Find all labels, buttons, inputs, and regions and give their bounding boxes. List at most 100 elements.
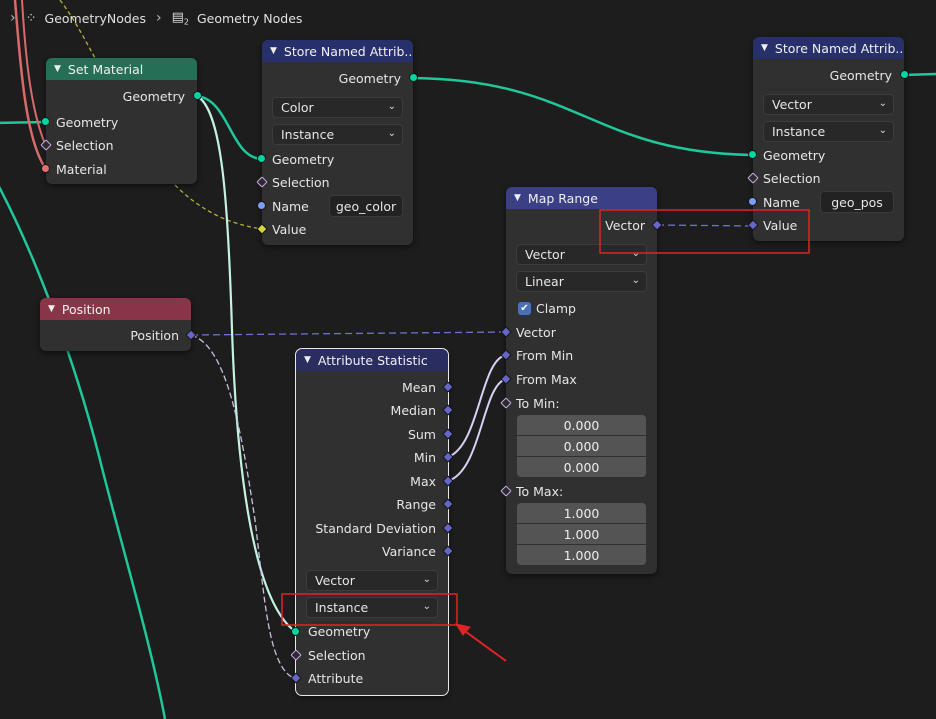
checkbox-label: Clamp (536, 300, 576, 316)
breadcrumb-item-object[interactable]: ⁘ GeometryNodes (26, 11, 146, 26)
geometry-output-socket[interactable] (409, 73, 418, 82)
data-type-dropdown[interactable]: Vector ⌄ (516, 244, 647, 265)
domain-dropdown[interactable]: Instance ⌄ (306, 597, 438, 618)
data-type-dropdown[interactable]: Vector ⌄ (763, 94, 894, 115)
chevron-down-icon: ⌄ (387, 128, 396, 139)
socket-label: Median (390, 402, 436, 418)
node-header[interactable]: ▼ Set Material (46, 58, 197, 80)
geometry-input-socket[interactable] (257, 154, 266, 163)
chevron-down-icon[interactable]: ▼ (514, 193, 521, 203)
name-input-socket[interactable] (748, 197, 757, 206)
input-geometry: Geometry (296, 620, 448, 642)
set-material-node[interactable]: ▼ Set Material Geometry Geometry Selectio… (40, 58, 202, 184)
output-vector: Vector (506, 214, 657, 236)
node-tree-icon: ▤2 (171, 9, 189, 27)
to-min-z-field[interactable]: 0.000 (517, 457, 646, 477)
field-value: 0.000 (563, 417, 600, 433)
dropdown-value: Vector (525, 247, 565, 262)
input-value: Value (262, 218, 413, 240)
geometry-output-socket[interactable] (900, 70, 909, 79)
node-header[interactable]: ▼ Store Named Attrib... (753, 37, 904, 59)
breadcrumb: › ⁘ GeometryNodes › ▤2 Geometry Nodes (0, 0, 302, 36)
socket-label: From Min (516, 347, 574, 363)
dropdown-value: Instance (772, 124, 826, 139)
geometry-input-socket[interactable] (41, 117, 50, 126)
socket-label: Material (56, 161, 107, 177)
input-geometry: Geometry (46, 111, 197, 133)
object-icon: ⁘ (25, 10, 37, 26)
domain-dropdown[interactable]: Instance ⌄ (272, 124, 403, 145)
store-named-attribute-node-1[interactable]: ▼ Store Named Attrib... Geometry Color ⌄ I… (256, 40, 418, 245)
node-header[interactable]: ▼ Store Named Attrib... (262, 40, 413, 62)
socket-label: Variance (382, 543, 436, 559)
field-value: geo_pos (831, 194, 883, 210)
output-geometry: Geometry (753, 64, 904, 86)
socket-label: Range (396, 496, 436, 512)
socket-label: Selection (272, 174, 330, 190)
domain-dropdown[interactable]: Instance ⌄ (763, 121, 894, 142)
chevron-down-icon[interactable]: ▼ (304, 355, 311, 365)
input-attribute: Attribute (296, 667, 448, 689)
position-node[interactable]: ▼ Position Position (40, 298, 197, 351)
name-field[interactable]: geo_pos (820, 191, 894, 213)
chevron-down-icon: ⌄ (422, 601, 431, 612)
interpolation-dropdown[interactable]: Linear ⌄ (516, 271, 647, 292)
chevron-down-icon[interactable]: ▼ (270, 46, 277, 56)
output-position: Position (40, 324, 191, 346)
breadcrumb-label: GeometryNodes (44, 10, 146, 26)
socket-label: Geometry (56, 114, 119, 130)
material-input-socket[interactable] (41, 164, 50, 173)
socket-label: Position (130, 327, 179, 343)
node-header[interactable]: ▼ Position (40, 298, 191, 320)
to-min-x-field[interactable]: 0.000 (517, 415, 646, 435)
geometry-output-socket[interactable] (193, 91, 202, 100)
socket-label: To Max: (516, 483, 564, 499)
store-named-attribute-node-2[interactable]: ▼ Store Named Attrib... Geometry Vector ⌄ … (747, 37, 909, 241)
dropdown-value: Color (281, 100, 314, 115)
output-max: Max (296, 470, 448, 492)
input-from-min: From Min (506, 344, 657, 366)
to-max-y-field[interactable]: 1.000 (517, 524, 646, 544)
chevron-down-icon[interactable]: ▼ (761, 43, 768, 53)
chevron-down-icon: ⌄ (631, 275, 640, 286)
data-type-dropdown[interactable]: Color ⌄ (272, 97, 403, 118)
name-field[interactable]: geo_color (329, 195, 403, 217)
clamp-row: Clamp (506, 297, 657, 319)
node-header[interactable]: ▼ Map Range (506, 187, 657, 209)
geometry-input-socket[interactable] (748, 150, 757, 159)
field-value: 1.000 (563, 505, 600, 521)
annotation-arrow (461, 628, 507, 662)
node-title: Position (61, 301, 111, 317)
input-value: Value (753, 214, 904, 236)
to-max-z-field[interactable]: 1.000 (517, 545, 646, 565)
chevron-down-icon[interactable]: ▼ (54, 64, 61, 74)
chevron-down-icon[interactable]: ▼ (48, 304, 55, 314)
input-to-max: To Max: (506, 480, 657, 502)
map-range-node[interactable]: ▼ Map Range Vector Vector ⌄ Linear ⌄ ✔ Clam… (500, 187, 663, 574)
link-max-to-frommax (447, 378, 507, 482)
data-type-dropdown[interactable]: Vector ⌄ (306, 570, 438, 591)
breadcrumb-item-nodetree[interactable]: ▤2 Geometry Nodes (172, 10, 303, 27)
output-standard-deviation: Standard Deviation (296, 517, 448, 539)
node-title: Set Material (67, 61, 144, 77)
field-value: 0.000 (563, 438, 600, 454)
socket-label: To Min: (516, 395, 560, 411)
geometry-input-socket[interactable] (291, 627, 300, 636)
socket-label: Geometry (338, 70, 401, 86)
socket-label: Geometry (829, 67, 892, 83)
input-selection: Selection (296, 644, 448, 666)
to-min-y-field[interactable]: 0.000 (517, 436, 646, 456)
socket-label: Mean (401, 379, 436, 395)
chevron-down-icon: ⌄ (631, 248, 640, 259)
socket-label: Geometry (122, 88, 185, 104)
socket-label: Selection (308, 647, 366, 663)
to-max-x-field[interactable]: 1.000 (517, 503, 646, 523)
link-position-to-vector (190, 331, 507, 336)
breadcrumb-label: Geometry Nodes (196, 10, 303, 26)
socket-label: Vector (605, 217, 645, 233)
name-input-socket[interactable] (257, 201, 266, 210)
input-material: Material (46, 158, 197, 180)
node-header[interactable]: ▼ Attribute Statistic (296, 349, 448, 371)
socket-label: Geometry (763, 147, 826, 163)
attribute-statistic-node[interactable]: ▼ Attribute Statistic Mean Median Sum Min… (290, 348, 454, 696)
